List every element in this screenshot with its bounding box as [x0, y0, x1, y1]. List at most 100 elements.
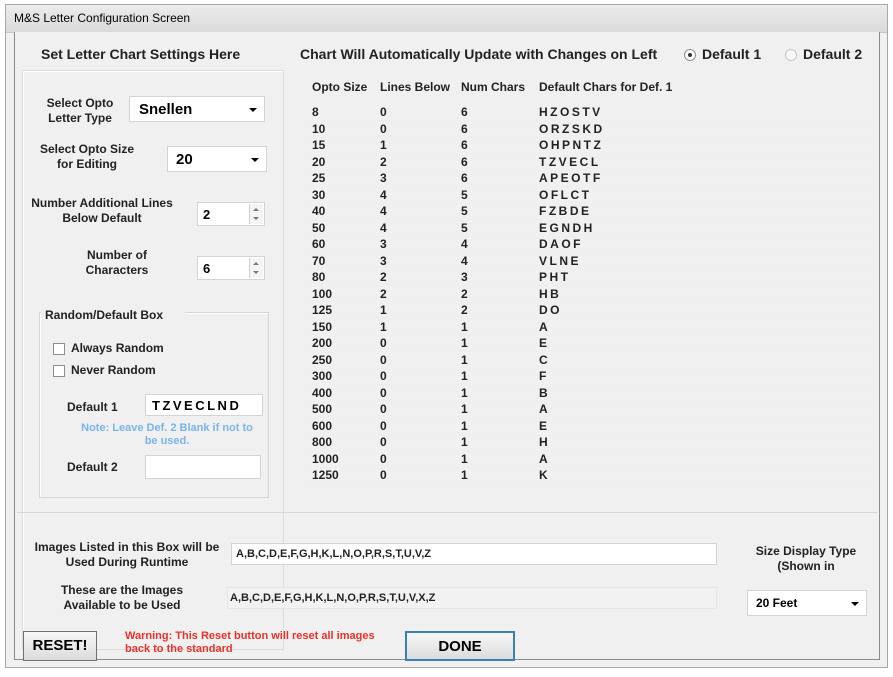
table-cell: A — [539, 451, 551, 466]
spinner-buttons[interactable] — [249, 204, 263, 224]
config-window: M&S Letter Configuration Screen Set Lett… — [5, 4, 888, 668]
arrow-down-icon[interactable] — [253, 271, 259, 274]
table-cell: 2 — [380, 154, 387, 169]
divider — [17, 512, 877, 513]
table-cell: 40 — [312, 204, 326, 218]
table-row: 1000 0 1 A — [306, 451, 876, 468]
table-cell: 2 — [380, 270, 387, 284]
table-cell: 0 — [380, 451, 387, 466]
opto-size-select[interactable]: 20 — [167, 146, 267, 172]
column-header: Num Chars — [461, 80, 526, 94]
table-cell: E — [539, 418, 550, 433]
table-cell: 100 — [312, 286, 333, 301]
chevron-down-icon — [251, 158, 259, 162]
table-cell: 1 — [380, 303, 387, 317]
table-cell: 0 — [380, 352, 387, 367]
table-cell: H — [539, 435, 551, 449]
table-cell: 0 — [380, 369, 387, 383]
table-cell: 1 — [380, 319, 387, 334]
table-cell: FZBDE — [539, 204, 592, 218]
table-cell: 5 — [461, 220, 468, 235]
table-cell: F — [539, 369, 549, 383]
table-cell: 1 — [461, 319, 468, 334]
spinner-buttons[interactable] — [249, 258, 263, 278]
table-cell: TZVECL — [539, 154, 601, 169]
size-display-select[interactable]: 20 Feet — [747, 590, 867, 616]
table-cell: 250 — [312, 352, 333, 367]
table-cell: 3 — [380, 171, 387, 185]
arrow-up-icon[interactable] — [253, 262, 259, 265]
table-cell: 80 — [312, 270, 326, 284]
table-cell: 2 — [461, 303, 468, 317]
default1-field[interactable]: TZVECLND — [145, 394, 263, 416]
table-row: 800 0 1 H — [306, 434, 876, 451]
size-display-value: 20 Feet — [756, 596, 798, 610]
table-row: 30 4 5 OFLCT — [306, 187, 876, 204]
additional-lines-spinner[interactable]: 2 — [197, 202, 265, 226]
table-cell: 0 — [380, 402, 387, 416]
arrow-down-icon[interactable] — [253, 217, 259, 220]
table-cell: 3 — [380, 237, 387, 251]
chevron-down-icon — [249, 108, 257, 112]
table-cell: 10 — [312, 121, 326, 136]
opto-letter-type-label: Select Opto Letter Type — [46, 96, 114, 125]
default2-radio[interactable] — [785, 49, 797, 61]
always-random-checkbox[interactable] — [53, 343, 65, 355]
table-cell: K — [539, 468, 551, 482]
table-row: 70 3 4 VLNE — [306, 253, 876, 270]
table-row: 300 0 1 F — [306, 368, 876, 385]
default1-radio-label: Default 1 — [702, 46, 762, 62]
table-cell: E — [539, 336, 550, 350]
table-cell: B — [539, 385, 551, 400]
table-cell: 1 — [461, 468, 468, 482]
table-cell: HB — [539, 286, 562, 301]
table-row: 10 0 6 ORZSKD — [306, 121, 876, 138]
table-cell: A — [539, 402, 551, 416]
default1-radio[interactable] — [684, 49, 696, 61]
images-available-field: A,B,C,D,E,F,G,H,K,L,N,O,P,R,S,T,U,V,X,Z — [227, 587, 717, 609]
default1-label: Default 1 — [67, 400, 118, 414]
opto-letter-type-value: Snellen — [139, 101, 193, 118]
images-runtime-label: Images Listed in this Box will be Used D… — [34, 540, 220, 569]
default2-field[interactable] — [145, 455, 261, 479]
opto-size-value: 20 — [176, 151, 193, 168]
table-cell: VLNE — [539, 253, 582, 268]
never-random-checkbox[interactable] — [53, 365, 65, 377]
table-cell: 800 — [312, 435, 333, 449]
table-cell: 300 — [312, 369, 333, 383]
table-cell: 0 — [380, 385, 387, 400]
done-button[interactable]: DONE — [405, 631, 515, 661]
column-header: Default Chars for Def. 1 — [539, 80, 673, 94]
reset-button[interactable]: RESET! — [23, 631, 97, 661]
table-cell: 125 — [312, 303, 333, 317]
table-cell: 4 — [461, 253, 468, 268]
table-cell: 0 — [380, 418, 387, 433]
table-cell: 0 — [380, 121, 387, 136]
arrow-up-icon[interactable] — [253, 208, 259, 211]
table-cell: 1 — [461, 336, 468, 350]
table-row: 40 4 5 FZBDE — [306, 203, 876, 220]
images-runtime-field[interactable]: A,B,C,D,E,F,G,H,K,L,N,O,P,R,S,T,U,V,Z — [231, 543, 717, 565]
opto-size-label: Select Opto Size for Editing — [39, 142, 135, 171]
table-cell: 1 — [461, 369, 468, 383]
table-cell: 70 — [312, 253, 326, 268]
left-heading: Set Letter Chart Settings Here — [41, 46, 241, 62]
table-cell: 500 — [312, 402, 333, 416]
table-cell: 0 — [380, 105, 387, 119]
table-cell: ORZSKD — [539, 121, 605, 136]
table-row: 50 4 5 EGNDH — [306, 220, 876, 237]
table-cell: OFLCT — [539, 187, 592, 202]
table-row: 100 2 2 HB — [306, 286, 876, 303]
table-cell: 6 — [461, 171, 468, 185]
opto-letter-type-select[interactable]: Snellen — [129, 96, 265, 122]
num-characters-value: 6 — [203, 261, 211, 276]
table-cell: 4 — [380, 220, 387, 235]
num-characters-spinner[interactable]: 6 — [197, 256, 265, 280]
table-cell: 200 — [312, 336, 333, 350]
table-cell: EGNDH — [539, 220, 595, 235]
default2-label: Default 2 — [67, 460, 118, 474]
table-cell: 1 — [461, 451, 468, 466]
title-bar: M&S Letter Configuration Screen — [6, 5, 887, 33]
table-cell: DAOF — [539, 237, 583, 251]
table-row: 125 1 2 DO — [306, 302, 876, 319]
